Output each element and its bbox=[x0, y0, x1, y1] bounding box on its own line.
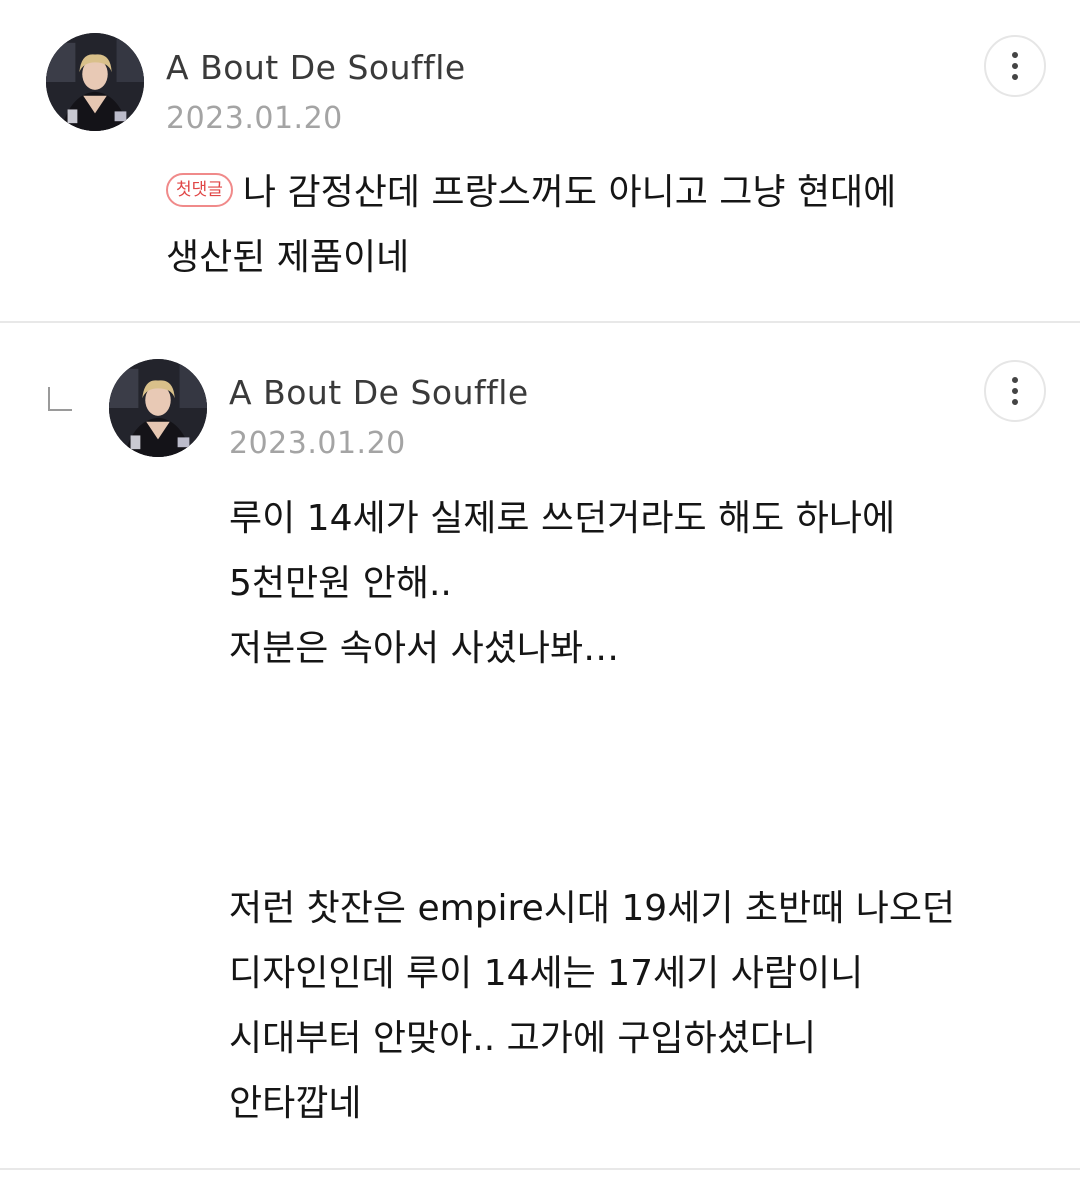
more-options-button[interactable] bbox=[984, 360, 1046, 422]
comment-line bbox=[229, 681, 955, 746]
comment-line bbox=[229, 746, 955, 811]
first-comment-badge: 첫댓글 bbox=[166, 173, 233, 207]
comment-line: 시대부터 안맞아.. 고가에 구입하셨다니 bbox=[229, 1018, 817, 1059]
avatar-image bbox=[109, 359, 207, 457]
comment-body: 루이 14세가 실제로 쓰던거라도 해도 하나에 5천만원 안해.. 저분은 속… bbox=[229, 486, 955, 1136]
comment-body: 첫댓글 나 감정산데 프랑스꺼도 아니고 그냥 현대에 생산된 제품이네 bbox=[166, 160, 896, 290]
comment-line bbox=[229, 811, 955, 876]
comment-line: 첫댓글 나 감정산데 프랑스꺼도 아니고 그냥 현대에 bbox=[166, 160, 896, 225]
more-options-button[interactable] bbox=[984, 35, 1046, 97]
comment-line: 안타깝네 bbox=[229, 1083, 362, 1124]
comment-line: 루이 14세가 실제로 쓰던거라도 해도 하나에 bbox=[229, 498, 896, 539]
more-vertical-icon bbox=[1012, 377, 1018, 383]
comment: A Bout De Souffle 2023.01.20 첫댓글 나 감정산데 프… bbox=[0, 0, 1080, 323]
comment-line: 저분은 속아서 사셨나봐… bbox=[229, 628, 620, 669]
comment-line: 디자인인데 루이 14세는 17세기 사람이니 bbox=[229, 953, 864, 994]
more-vertical-icon bbox=[1012, 52, 1018, 58]
reply-comment: A Bout De Souffle 2023.01.20 루이 14세가 실제로… bbox=[0, 323, 1080, 1170]
avatar[interactable] bbox=[109, 359, 207, 457]
avatar[interactable] bbox=[46, 33, 144, 131]
comment-date: 2023.01.20 bbox=[229, 426, 406, 461]
comment-line: 생산된 제품이네 bbox=[166, 237, 410, 278]
author-name[interactable]: A Bout De Souffle bbox=[229, 373, 529, 412]
comment-date: 2023.01.20 bbox=[166, 101, 343, 136]
comment-line: 저런 찻잔은 empire시대 19세기 초반때 나오던 bbox=[229, 888, 956, 929]
avatar-image bbox=[46, 33, 144, 131]
comment-line: 5천만원 안해.. bbox=[229, 563, 452, 604]
reply-arrow-icon bbox=[48, 387, 72, 411]
author-name[interactable]: A Bout De Souffle bbox=[166, 48, 466, 87]
